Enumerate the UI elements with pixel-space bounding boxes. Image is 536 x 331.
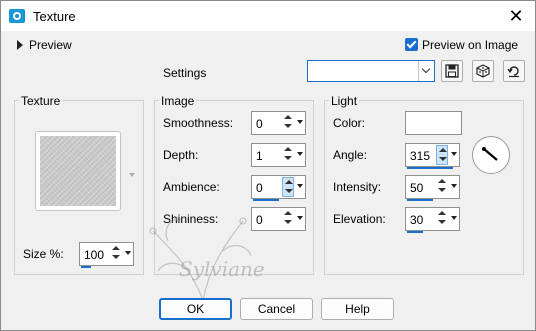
- size-slider-bar: [81, 266, 91, 268]
- intensity-slider-bar: [407, 199, 433, 201]
- size-spinbox[interactable]: 100: [79, 242, 134, 268]
- ambience-value[interactable]: 0: [256, 181, 263, 195]
- slider-dropdown-icon[interactable]: [124, 244, 133, 264]
- shininess-value[interactable]: 0: [256, 213, 263, 227]
- slider-dropdown-icon[interactable]: [450, 177, 459, 197]
- slider-dropdown-icon[interactable]: [296, 113, 305, 133]
- angle-value[interactable]: 315: [410, 149, 430, 163]
- spin-arrows-icon[interactable]: [436, 177, 448, 197]
- texture-dialog: Texture ✕ Preview Preview on Image Setti…: [0, 0, 536, 331]
- angle-label: Angle:: [333, 148, 368, 162]
- window-title: Texture: [33, 9, 76, 24]
- ok-button[interactable]: OK: [159, 298, 232, 320]
- light-group-title: Light: [329, 94, 360, 108]
- random-dice-icon: [476, 64, 490, 78]
- title-bar[interactable]: Texture ✕: [1, 1, 535, 31]
- angle-slider-bar: [407, 167, 453, 169]
- elevation-value[interactable]: 30: [410, 213, 423, 227]
- intensity-value[interactable]: 50: [410, 181, 423, 195]
- slider-dropdown-icon[interactable]: [296, 209, 305, 229]
- shininess-label: Shininess:: [163, 212, 219, 226]
- spin-arrows-icon[interactable]: [436, 209, 448, 229]
- chevron-down-icon[interactable]: [418, 61, 434, 81]
- smoothness-value[interactable]: 0: [256, 117, 263, 131]
- color-label: Color:: [333, 116, 366, 130]
- image-group-title: Image: [159, 94, 197, 108]
- angle-needle-icon: [482, 147, 498, 161]
- slider-dropdown-icon[interactable]: [450, 209, 459, 229]
- texture-group: Texture Size %: 100: [14, 94, 144, 275]
- light-group: Light Color: Angle: 315 Intensity: 50 El…: [324, 94, 524, 275]
- size-label: Size %:: [23, 247, 64, 261]
- slider-dropdown-icon[interactable]: [296, 177, 305, 197]
- swatch-dropdown-icon[interactable]: [129, 173, 135, 177]
- ambience-label: Ambience:: [163, 180, 220, 194]
- spin-arrows-icon[interactable]: [282, 113, 294, 133]
- settings-preset-select[interactable]: [307, 60, 435, 82]
- expand-triangle-icon[interactable]: [17, 40, 23, 50]
- preview-on-image-label[interactable]: Preview on Image: [422, 38, 518, 52]
- save-icon: [445, 64, 459, 78]
- spin-arrows-icon[interactable]: [110, 244, 122, 264]
- settings-label: Settings: [163, 66, 207, 80]
- texture-preview-image: [40, 136, 116, 206]
- size-value[interactable]: 100: [84, 248, 104, 262]
- cancel-button[interactable]: Cancel: [240, 298, 313, 320]
- spin-arrows-icon[interactable]: [282, 177, 294, 197]
- spin-arrows-icon[interactable]: [282, 145, 294, 165]
- image-group: Image Smoothness: 0 Depth: 1 Ambience: 0…: [154, 94, 314, 275]
- elevation-label: Elevation:: [333, 212, 386, 226]
- texture-swatch[interactable]: [35, 131, 121, 211]
- spin-arrows-icon[interactable]: [282, 209, 294, 229]
- reset-button[interactable]: [503, 60, 525, 82]
- slider-dropdown-icon[interactable]: [296, 145, 305, 165]
- smoothness-spinbox[interactable]: 0: [251, 111, 306, 135]
- checkbox-checked-icon[interactable]: [405, 38, 418, 51]
- elevation-slider-bar: [407, 231, 423, 233]
- close-button[interactable]: ✕: [505, 5, 527, 27]
- depth-spinbox[interactable]: 1: [251, 143, 306, 167]
- preview-label[interactable]: Preview: [29, 38, 72, 52]
- ambience-slider-bar: [253, 199, 279, 201]
- depth-label: Depth:: [163, 148, 199, 162]
- angle-dial[interactable]: [472, 136, 510, 174]
- spin-arrows-icon[interactable]: [436, 145, 448, 165]
- slider-dropdown-icon[interactable]: [450, 145, 459, 165]
- texture-group-title: Texture: [19, 94, 63, 108]
- light-color-swatch[interactable]: [405, 111, 462, 135]
- reset-icon: [507, 66, 519, 78]
- app-icon: [9, 9, 25, 23]
- elevation-spinbox[interactable]: 30: [405, 207, 460, 233]
- depth-value[interactable]: 1: [256, 149, 263, 163]
- help-button[interactable]: Help: [321, 298, 394, 320]
- ambience-spinbox[interactable]: 0: [251, 175, 306, 201]
- shininess-spinbox[interactable]: 0: [251, 207, 306, 231]
- intensity-spinbox[interactable]: 50: [405, 175, 460, 201]
- randomize-button[interactable]: [472, 60, 494, 82]
- angle-spinbox[interactable]: 315: [405, 143, 460, 169]
- smoothness-label: Smoothness:: [163, 116, 234, 130]
- intensity-label: Intensity:: [333, 180, 382, 194]
- save-preset-button[interactable]: [441, 60, 463, 82]
